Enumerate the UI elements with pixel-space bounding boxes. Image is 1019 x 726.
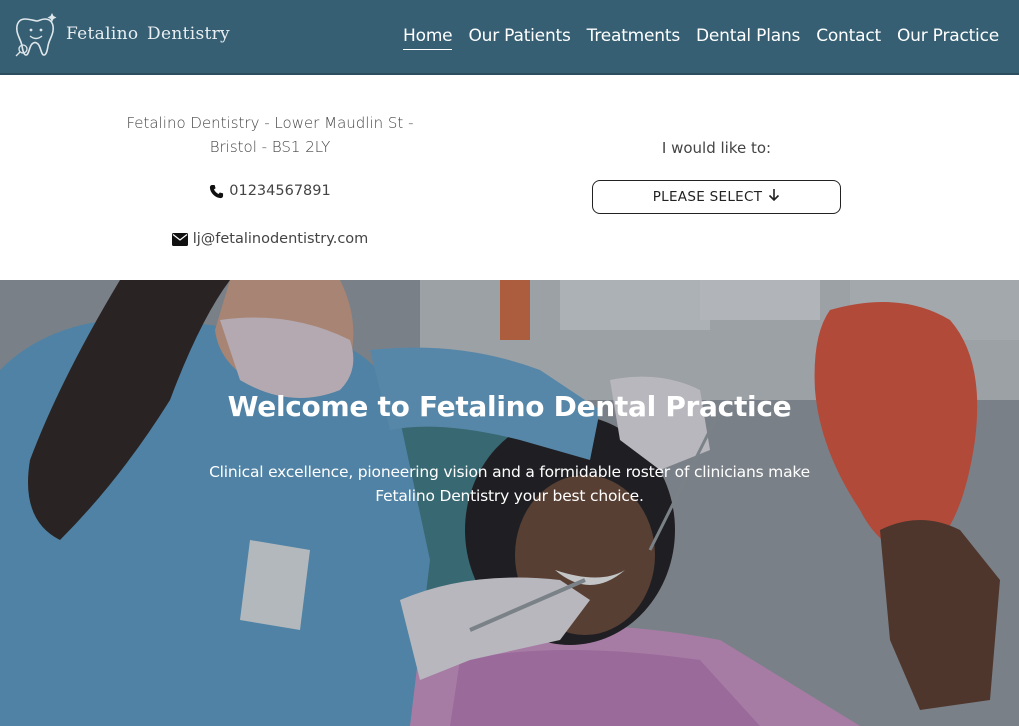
brand-logo[interactable]: Fetalino Dentistry bbox=[12, 9, 230, 59]
nav-contact[interactable]: Contact bbox=[816, 26, 881, 50]
top-navbar: Fetalino Dentistry Home Our Patients Tre… bbox=[0, 0, 1019, 75]
hero-subtitle-line-2: Fetalino Dentistry your best choice. bbox=[375, 487, 644, 505]
tooth-logo-icon bbox=[15, 13, 57, 57]
hero-banner: Welcome to Fetalino Dental Practice Clin… bbox=[0, 280, 1019, 726]
address-line-1: Fetalino Dentistry - Lower Maudlin St - bbox=[126, 114, 414, 132]
phone-link[interactable]: 01234567891 bbox=[120, 183, 420, 199]
nav-treatments[interactable]: Treatments bbox=[587, 26, 681, 50]
cta-prompt: I would like to: bbox=[661, 139, 772, 157]
hero-title: Welcome to Fetalino Dental Practice bbox=[227, 390, 792, 423]
select-label: PLEASE SELECT bbox=[652, 189, 763, 205]
email-address: lj@fetalinodentistry.com bbox=[192, 231, 369, 247]
nav-our-practice[interactable]: Our Practice bbox=[897, 26, 999, 50]
contact-info-strip: Fetalino Dentistry - Lower Maudlin St - … bbox=[0, 77, 1019, 280]
main-nav: Home Our Patients Treatments Dental Plan… bbox=[387, 26, 999, 50]
nav-dental-plans[interactable]: Dental Plans bbox=[696, 26, 800, 50]
envelope-icon bbox=[171, 232, 188, 246]
hero-subtitle: Clinical excellence, pioneering vision a… bbox=[209, 460, 810, 508]
nav-our-patients[interactable]: Our Patients bbox=[468, 26, 570, 50]
address-line-2: Bristol - BS1 2LY bbox=[209, 138, 331, 156]
please-select-dropdown[interactable]: PLEASE SELECT bbox=[592, 180, 841, 214]
practice-address: Fetalino Dentistry - Lower Maudlin St - … bbox=[120, 111, 420, 159]
phone-icon bbox=[210, 184, 224, 198]
brand-name: Fetalino Dentistry bbox=[66, 24, 230, 44]
phone-number: 01234567891 bbox=[229, 183, 331, 199]
hero-subtitle-line-1: Clinical excellence, pioneering vision a… bbox=[209, 463, 810, 481]
arrow-down-icon bbox=[768, 188, 780, 206]
nav-home[interactable]: Home bbox=[403, 26, 453, 50]
email-link[interactable]: lj@fetalinodentistry.com bbox=[120, 231, 420, 247]
